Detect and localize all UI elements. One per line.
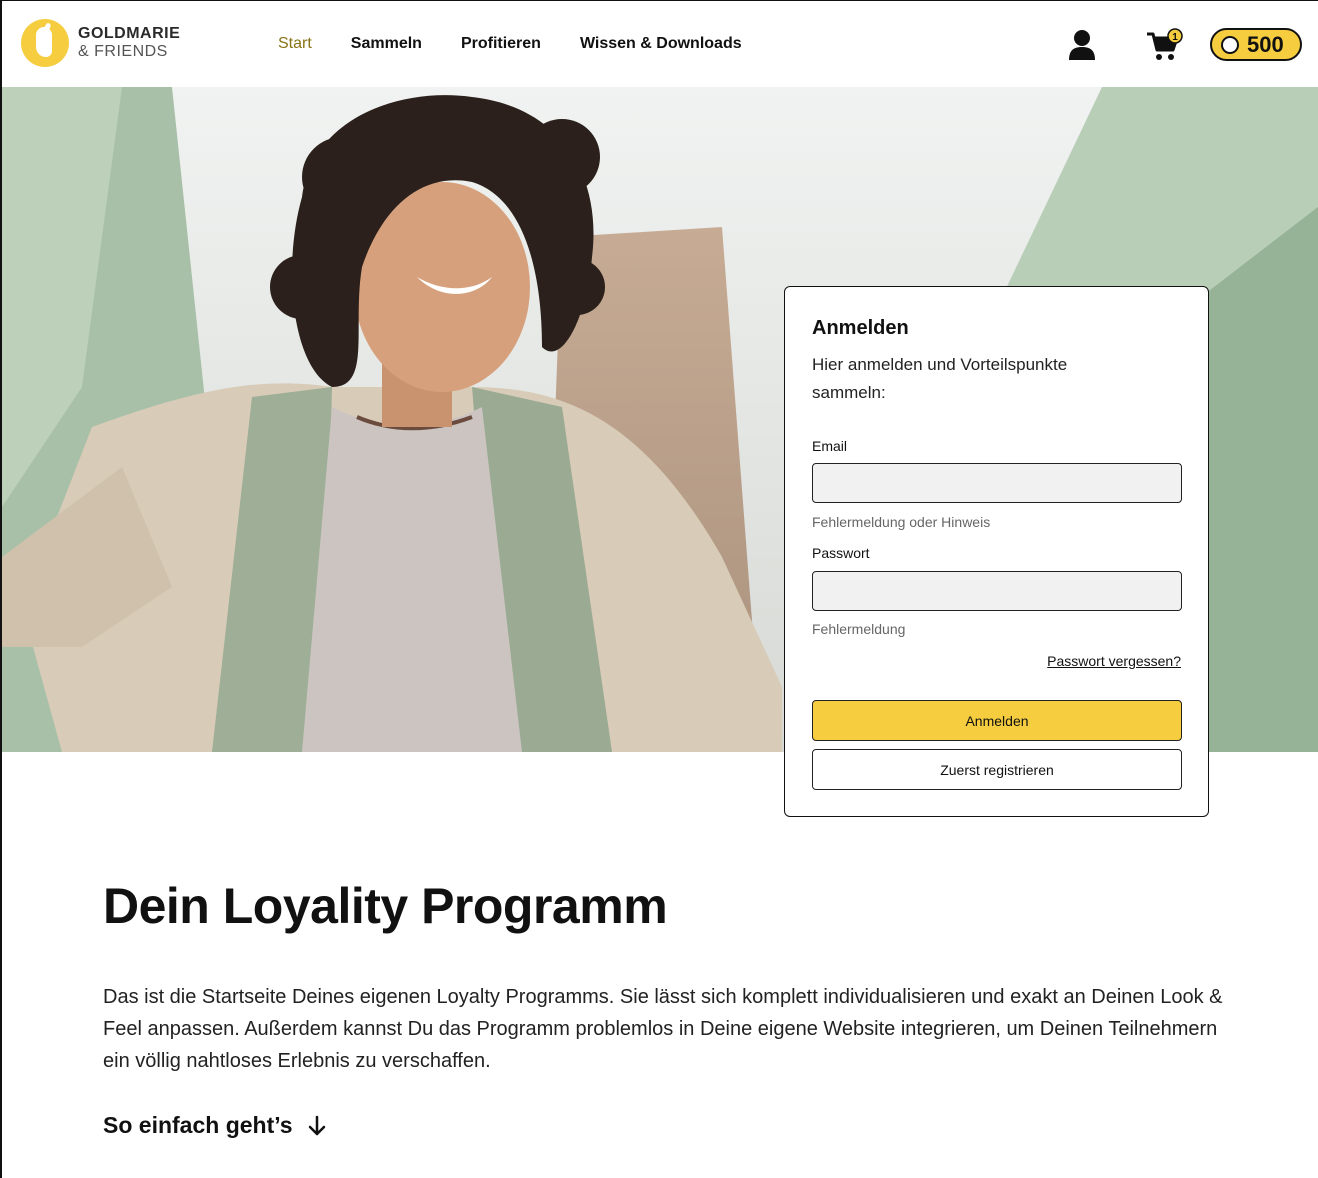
arrow-down-icon (308, 1115, 325, 1135)
login-button[interactable]: Anmelden (812, 700, 1182, 741)
cart-count-badge: 1 (1172, 32, 1178, 43)
login-card: Anmelden Hier anmelden und Vorteilspunkt… (784, 286, 1209, 817)
cart-icon[interactable]: 1 (1146, 28, 1186, 64)
how-it-works-link[interactable]: So einfach geht’s (103, 1112, 327, 1139)
nav-item-profitieren[interactable]: Profitieren (461, 35, 541, 53)
page-title: Dein Loyality Programm (103, 878, 668, 934)
site-header: GOLDMARIE & FRIENDS Start Sammeln Profit… (2, 1, 1318, 87)
goldmarie-logo-icon (21, 19, 69, 67)
brand-line-1: GOLDMARIE (78, 25, 181, 42)
email-field[interactable] (812, 463, 1182, 503)
email-label: Email (812, 438, 848, 454)
nav-item-sammeln[interactable]: Sammeln (351, 35, 422, 53)
intro-text: Das ist die Startseite Deines eigenen Lo… (103, 986, 1223, 1072)
coin-icon (1221, 35, 1239, 54)
brand-wordmark: GOLDMARIE & FRIENDS (78, 25, 180, 61)
nav-item-start[interactable]: Start (278, 35, 312, 53)
password-label: Passwort (812, 545, 870, 561)
main-nav: Start Sammeln Profitieren Wissen & Downl… (278, 35, 781, 53)
user-icon[interactable] (1068, 29, 1096, 61)
register-button[interactable]: Zuerst registrieren (812, 749, 1182, 790)
brand-line-2: & FRIENDS (78, 43, 168, 60)
login-subtitle: Hier anmelden und Vorteilspunkte sammeln… (812, 355, 1068, 402)
brand-logo[interactable]: GOLDMARIE & FRIENDS (21, 19, 180, 67)
email-hint: Fehlermeldung oder Hinweis (812, 514, 991, 530)
password-hint: Fehlermeldung (812, 621, 906, 637)
password-field[interactable] (812, 571, 1182, 611)
login-title: Anmelden (812, 317, 909, 339)
points-balance[interactable]: 500 (1210, 28, 1302, 61)
forgot-password-link[interactable]: Passwort vergessen? (1047, 653, 1181, 669)
how-it-works-label: So einfach geht’s (103, 1112, 293, 1138)
nav-item-wissen-downloads[interactable]: Wissen & Downloads (580, 35, 742, 53)
points-value: 500 (1247, 31, 1284, 57)
